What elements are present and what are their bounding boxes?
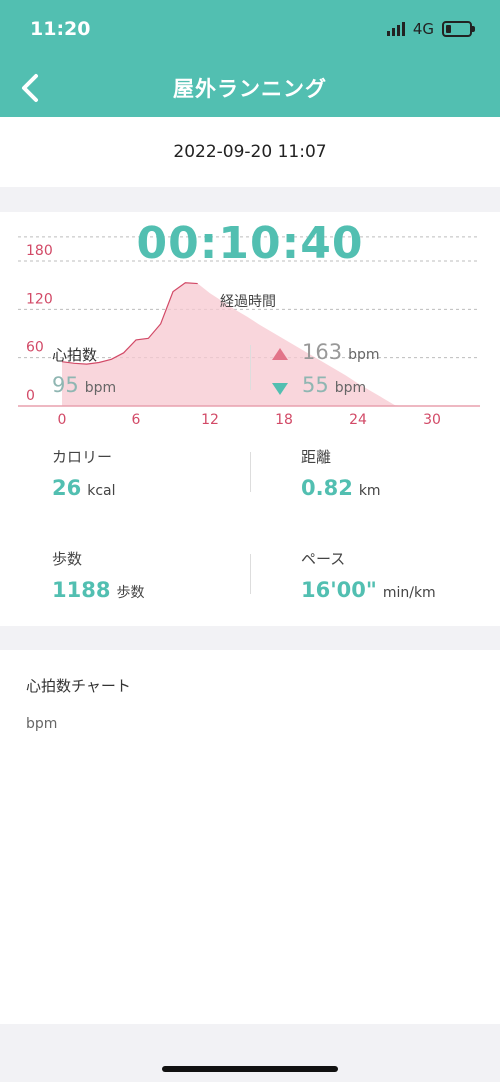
- hr-chart-unit: bpm: [26, 716, 58, 732]
- steps-value: 1188 歩数: [52, 578, 144, 602]
- x-tick-label: 0: [58, 412, 67, 428]
- x-tick-label: 6: [132, 412, 141, 428]
- max-heart-rate: 163 bpm: [302, 340, 380, 364]
- calories-label: カロリー: [52, 448, 113, 466]
- app-header: 11:20 4G 屋外ランニング: [0, 0, 500, 117]
- x-tick-label: 12: [201, 412, 219, 428]
- pace-unit: min/km: [382, 585, 436, 601]
- steps-label: 歩数: [52, 550, 83, 568]
- pace-label: ペース: [301, 550, 346, 568]
- distance-unit: km: [358, 483, 381, 499]
- x-tick-label: 18: [275, 412, 293, 428]
- bottom-area: [0, 1024, 500, 1082]
- max-hr-value: 163: [302, 340, 343, 364]
- avg-hr-value: 95: [52, 373, 79, 397]
- hr-chart-title: 心拍数チャート: [26, 677, 131, 695]
- min-hr-value: 55: [302, 373, 329, 397]
- avg-heart-rate: 95 bpm: [52, 373, 116, 397]
- section-gap-2: [0, 626, 500, 650]
- avg-hr-unit: bpm: [84, 380, 117, 396]
- calories-value: 26 kcal: [52, 476, 116, 500]
- steps-unit: 歩数: [116, 585, 145, 601]
- battery-icon: [442, 21, 475, 37]
- heart-rate-label: 心拍数: [52, 346, 98, 364]
- stats-divider-1: [250, 452, 251, 492]
- network-label: 4G: [412, 20, 434, 38]
- status-indicators: 4G: [386, 20, 475, 38]
- hr-divider: [250, 345, 251, 390]
- distance-label: 距離: [301, 448, 332, 466]
- pace-number: 16'00": [301, 578, 377, 602]
- y-tick-label: 0: [26, 388, 35, 404]
- stats-divider-2: [250, 554, 251, 594]
- y-tick-label: 120: [26, 291, 53, 307]
- min-heart-rate: 55 bpm: [302, 373, 366, 397]
- min-hr-unit: bpm: [334, 380, 367, 396]
- workout-date: 2022-09-20 11:07: [173, 142, 327, 162]
- distance-value: 0.82 km: [301, 476, 381, 500]
- home-indicator: [162, 1066, 338, 1072]
- duration-value: 00:10:40: [136, 218, 364, 269]
- signal-icon: [386, 22, 405, 36]
- status-time: 11:20: [30, 18, 91, 40]
- max-arrow-icon: [272, 348, 288, 360]
- calories-unit: kcal: [87, 483, 116, 499]
- steps-number: 1188: [52, 578, 111, 602]
- x-tick-label: 24: [349, 412, 367, 428]
- pace-value: 16'00" min/km: [301, 578, 436, 602]
- distance-number: 0.82: [301, 476, 353, 500]
- max-hr-unit: bpm: [348, 347, 380, 363]
- page-title: 屋外ランニング: [173, 77, 327, 101]
- y-tick-label: 60: [26, 340, 44, 356]
- min-arrow-icon: [272, 383, 288, 395]
- calories-number: 26: [52, 476, 82, 500]
- duration-label: 経過時間: [220, 294, 276, 310]
- hr-chart-card: [0, 650, 500, 1024]
- x-tick-label: 30: [423, 412, 441, 428]
- section-gap: [0, 187, 500, 212]
